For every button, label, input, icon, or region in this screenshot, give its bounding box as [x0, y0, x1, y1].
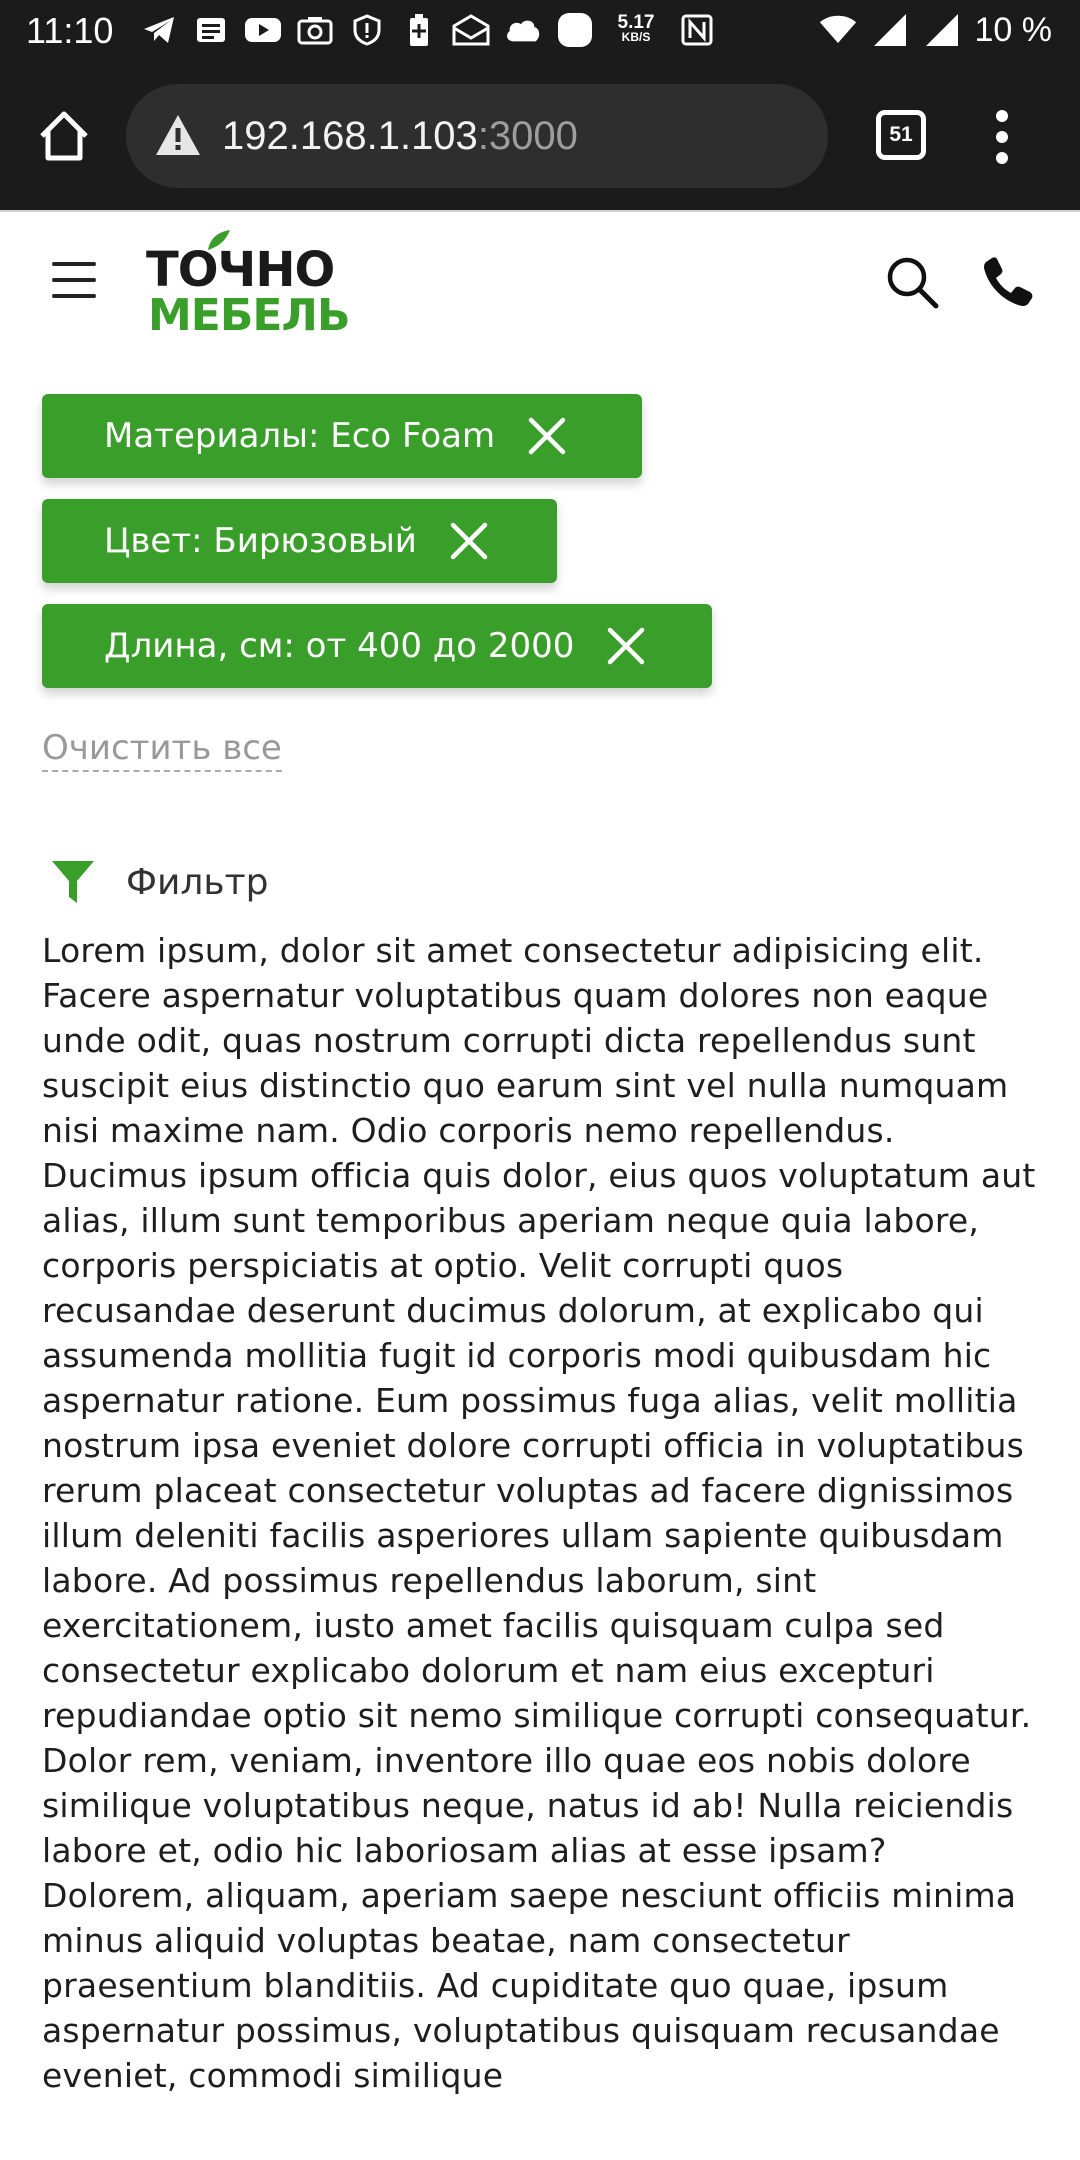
battery-level: 10 %: [974, 10, 1053, 49]
mail-icon: [452, 11, 490, 49]
shield-icon: [348, 11, 386, 49]
site-logo[interactable]: ТОЧНО МЕБЕЛЬ: [146, 228, 366, 341]
filter-chip-label: Материалы: Eco Foam: [104, 416, 496, 456]
status-bar: 11:10 5.17 KB/S 10 %: [0, 0, 1080, 62]
close-icon[interactable]: [606, 626, 646, 666]
browser-toolbar: 192.168.1.103:3000 51: [0, 62, 1080, 210]
cloud-icon: [504, 11, 542, 49]
close-icon[interactable]: [527, 416, 567, 456]
url-host: 192.168.1.103: [222, 114, 478, 158]
camera-icon: [296, 11, 334, 49]
filter-chip-length[interactable]: Длина, см: от 400 до 2000: [42, 604, 712, 688]
address-bar[interactable]: 192.168.1.103:3000: [126, 84, 828, 188]
signal-icon: [871, 11, 909, 49]
filter-toggle[interactable]: Фильтр: [50, 852, 268, 912]
filter-chip-materials[interactable]: Материалы: Eco Foam: [42, 394, 642, 478]
status-notification-icons: 5.17 KB/S: [140, 10, 716, 50]
notification-icon: [556, 11, 594, 49]
battery-saver-icon: [400, 11, 438, 49]
nfc-icon: [678, 11, 716, 49]
filter-chip-label: Длина, см: от 400 до 2000: [104, 626, 575, 666]
phone-icon[interactable]: [980, 254, 1036, 310]
wifi-icon: [819, 11, 857, 49]
close-icon[interactable]: [449, 521, 489, 561]
network-speed-unit: KB/S: [621, 30, 651, 44]
news-icon: [192, 11, 230, 49]
search-icon[interactable]: [884, 254, 940, 310]
clear-all-link[interactable]: Очистить все: [42, 728, 282, 772]
youtube-icon: [244, 11, 282, 49]
warning-icon[interactable]: [154, 112, 202, 158]
telegram-icon: [140, 11, 178, 49]
tab-count: 51: [889, 123, 913, 146]
description-text: Lorem ipsum, dolor sit amet consectetur …: [42, 931, 1036, 2095]
hamburger-icon[interactable]: [52, 260, 96, 300]
network-speed-value: 5.17: [617, 12, 655, 33]
network-speed: 5.17 KB/S: [608, 12, 664, 45]
more-vert-icon[interactable]: [990, 110, 1014, 164]
filter-icon: [50, 859, 96, 905]
url-port: :3000: [477, 114, 578, 158]
status-time: 11:10: [26, 10, 114, 51]
tabs-icon[interactable]: 51: [876, 110, 926, 160]
site-header: ТОЧНО МЕБЕЛЬ: [0, 210, 1080, 350]
status-right-icons: 10 %: [819, 10, 1053, 50]
logo-bottom-text: МЕБЕЛЬ: [148, 290, 351, 341]
url-text[interactable]: 192.168.1.103:3000: [222, 114, 578, 159]
filter-chip-color[interactable]: Цвет: Бирюзовый: [42, 499, 557, 583]
filter-label: Фильтр: [126, 861, 269, 903]
home-icon[interactable]: [36, 108, 92, 164]
signal-icon: [923, 11, 961, 49]
filter-chip-label: Цвет: Бирюзовый: [104, 521, 417, 561]
